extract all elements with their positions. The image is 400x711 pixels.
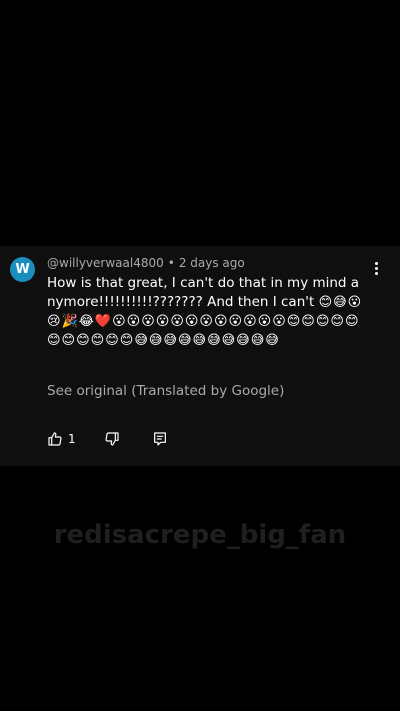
comment-text-content: How is that great, I can't do that in my…: [47, 275, 360, 310]
like-button[interactable]: 1: [47, 431, 76, 447]
like-count: 1: [68, 432, 76, 446]
thumbs-down-icon: [105, 432, 119, 446]
comment-meta: @willyverwaal4800 • 2 days ago: [47, 256, 245, 270]
comment-timestamp: 2 days ago: [178, 256, 245, 270]
reply-icon: [153, 432, 166, 446]
meta-separator: •: [167, 256, 175, 270]
avatar-letter: W: [15, 262, 30, 277]
comment-username[interactable]: @willyverwaal4800: [47, 256, 164, 270]
reply-button[interactable]: [152, 431, 168, 447]
thumbs-up-icon: [48, 432, 62, 446]
see-original-link[interactable]: See original (Translated by Google): [47, 383, 284, 399]
avatar[interactable]: W: [10, 257, 35, 282]
comment-card: W @willyverwaal4800 • 2 days ago How is th…: [0, 246, 400, 466]
comment-text: How is that great, I can't do that in my…: [47, 274, 367, 350]
screen: W @willyverwaal4800 • 2 days ago How is th…: [0, 0, 400, 711]
watermark: redisacrepe_big_fan: [53, 520, 347, 550]
more-vertical-icon[interactable]: [366, 258, 386, 278]
dislike-button[interactable]: [104, 431, 120, 447]
comment-actions: 1: [47, 430, 168, 448]
